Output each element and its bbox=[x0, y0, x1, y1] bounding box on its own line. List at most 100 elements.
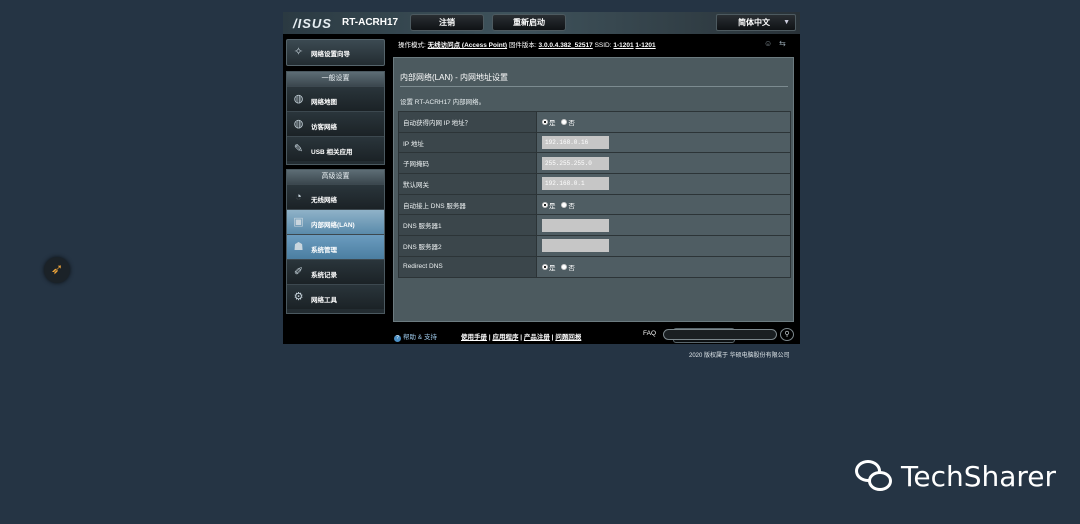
top-banner: /ISUS RT-ACRH17 注销 重新启动 简体中文 ▼ bbox=[283, 12, 800, 34]
wechat-icon bbox=[855, 458, 897, 494]
language-value: 简体中文 bbox=[738, 18, 770, 27]
table-row: 默认网关 192.168.0.1 bbox=[398, 173, 791, 195]
radio-no[interactable] bbox=[561, 118, 568, 125]
wifi-icon: ◔ bbox=[295, 191, 302, 203]
row-value: 192.168.0.1 bbox=[536, 173, 791, 195]
radio-no[interactable] bbox=[561, 201, 568, 208]
sidebar-item-label: 网络工具 bbox=[311, 297, 337, 304]
status-line: 操作模式: 无线访问点 (Access Point) 固件版本: 3.0.0.4… bbox=[398, 39, 656, 49]
advanced-settings-group: 高级设置 ◔ 无线网络 ▣ 内部网络(LAN) ☗ 系统管理 ✐ 系统记录 ⚙ … bbox=[286, 169, 385, 314]
dns2-input[interactable] bbox=[542, 239, 609, 253]
radio-label: 是 bbox=[549, 202, 556, 210]
feedback-link[interactable]: 问题回报 bbox=[555, 334, 581, 341]
admin-icon: ☗ bbox=[293, 241, 304, 253]
radio-label: 是 bbox=[549, 119, 556, 127]
asus-logo: /ISUS bbox=[293, 16, 332, 31]
table-row: 子网掩码 255.255.255.0 bbox=[398, 152, 791, 175]
globe-icon: ◍ bbox=[293, 118, 304, 130]
chevron-down-icon: ▼ bbox=[783, 19, 790, 26]
sidebar-item-label: USB 相关应用 bbox=[311, 149, 353, 156]
table-row: 自动获得内网 IP 地址？ 是 否 bbox=[398, 111, 791, 133]
row-label: DNS 服务器2 bbox=[398, 235, 537, 257]
row-label: DNS 服务器1 bbox=[398, 214, 537, 237]
sidebar-item-label: 系统管理 bbox=[311, 247, 337, 254]
sidebar-item-system-log[interactable]: ✐ 系统记录 bbox=[287, 259, 384, 284]
mode-link[interactable]: 无线访问点 (Access Point) bbox=[428, 42, 507, 49]
sidebar-item-guest-network[interactable]: ◍ 访客网络 bbox=[287, 111, 384, 136]
help-label: 帮助 & 支持 bbox=[403, 334, 437, 341]
sidebar-item-label: 系统记录 bbox=[311, 272, 337, 279]
row-value: 是 否 bbox=[536, 255, 791, 278]
row-label: 默认网关 bbox=[398, 173, 537, 195]
sidebar-item-usb[interactable]: ✎ USB 相关应用 bbox=[287, 136, 384, 161]
table-row: DNS 服务器2 bbox=[398, 235, 791, 257]
dns1-input[interactable] bbox=[542, 218, 609, 232]
sidebar-item-label: 内部网络(LAN) bbox=[311, 222, 355, 229]
subnet-mask-input[interactable]: 255.255.255.0 bbox=[542, 156, 609, 170]
lan-settings-panel: 内部网络(LAN) - 内网地址设置 设置 RT-ACRH17 内部网络。 自动… bbox=[393, 57, 794, 343]
help-support-link[interactable]: ? 帮助 & 支持 bbox=[394, 331, 437, 342]
row-label: 自动接上 DNS 服务器 bbox=[398, 193, 537, 216]
sidebar-item-wireless[interactable]: ◔ 无线网络 bbox=[287, 184, 384, 209]
register-link[interactable]: 产品注册 bbox=[524, 334, 550, 341]
ssid-link-2[interactable]: 1-1201 bbox=[635, 42, 655, 49]
sidebar-item-administration[interactable]: ☗ 系统管理 bbox=[287, 234, 384, 259]
radio-yes[interactable] bbox=[542, 263, 548, 270]
sidebar-item-lan[interactable]: ▣ 内部网络(LAN) bbox=[287, 209, 384, 234]
radio-yes[interactable] bbox=[542, 201, 548, 208]
globe-icon: ◍ bbox=[293, 93, 304, 105]
page-title: 内部网络(LAN) - 内网地址设置 bbox=[400, 73, 508, 82]
reboot-button[interactable]: 重新启动 bbox=[492, 14, 566, 31]
sidebar-item-label: 无线网络 bbox=[311, 197, 337, 204]
watermark-text: TechSharer bbox=[901, 459, 1057, 493]
general-settings-group: 一般设置 ◍ 网络地图 ◍ 访客网络 ✎ USB 相关应用 bbox=[286, 71, 385, 165]
table-row: 自动接上 DNS 服务器 是 否 bbox=[398, 193, 791, 216]
usb-icon: ✎ bbox=[293, 143, 304, 155]
table-row: IP 地址 192.168.0.16 bbox=[398, 131, 791, 154]
table-row: DNS 服务器1 bbox=[398, 214, 791, 237]
language-select[interactable]: 简体中文 ▼ bbox=[716, 14, 796, 31]
radio-label: 否 bbox=[568, 264, 575, 272]
row-value: 192.168.0.16 bbox=[536, 131, 791, 154]
search-icon[interactable]: ⚲ bbox=[780, 328, 794, 341]
sidebar-item-network-map[interactable]: ◍ 网络地图 bbox=[287, 86, 384, 111]
general-settings-header: 一般设置 bbox=[287, 72, 384, 86]
radio-label: 否 bbox=[568, 202, 575, 210]
footer-links: 使用手册 | 应用程序 | 产品注册 | 问题回报 bbox=[461, 334, 582, 341]
wand-icon: ✧ bbox=[293, 46, 304, 58]
quick-setup-button[interactable]: ✧ 网络设置向导 bbox=[286, 39, 385, 66]
radio-yes[interactable] bbox=[542, 118, 548, 125]
firmware-link[interactable]: 3.0.0.4.382_52517 bbox=[539, 42, 593, 49]
lan-settings-table: 自动获得内网 IP 地址？ 是 否 IP 地址 192.168.0.16 子网掩… bbox=[398, 111, 791, 278]
ip-address-input[interactable]: 192.168.0.16 bbox=[542, 136, 609, 150]
table-row: Redirect DNS 是 否 bbox=[398, 255, 791, 278]
quick-setup-label: 网络设置向导 bbox=[311, 51, 350, 58]
row-value: 是 否 bbox=[536, 193, 791, 216]
title-divider bbox=[400, 86, 788, 87]
log-icon: ✐ bbox=[293, 266, 304, 278]
ssid-link-1[interactable]: 1-1201 bbox=[613, 42, 633, 49]
apps-link[interactable]: 应用程序 bbox=[492, 334, 518, 341]
manual-link[interactable]: 使用手册 bbox=[461, 334, 487, 341]
row-label: 子网掩码 bbox=[398, 152, 537, 175]
model-name: RT-ACRH17 bbox=[342, 17, 399, 28]
logout-button[interactable]: 注销 bbox=[410, 14, 484, 31]
gateway-input[interactable]: 192.168.0.1 bbox=[542, 177, 609, 191]
radio-no[interactable] bbox=[561, 263, 568, 270]
copyright-text: 2020 版权属于 华硕电脑股份有限公司 bbox=[689, 353, 790, 359]
row-label: 自动获得内网 IP 地址？ bbox=[398, 111, 537, 133]
bird-logo-icon[interactable]: ➶ bbox=[44, 257, 70, 283]
faq-search-input[interactable] bbox=[663, 329, 777, 340]
firmware-label: 固件版本: bbox=[508, 42, 537, 49]
user-icon[interactable]: ☺ bbox=[764, 39, 772, 48]
watermark: TechSharer bbox=[855, 458, 1056, 494]
usb-status-icon[interactable]: ⇆ bbox=[779, 39, 786, 48]
advanced-settings-header: 高级设置 bbox=[287, 170, 384, 184]
radio-label: 否 bbox=[568, 119, 575, 127]
footer-bar: ? 帮助 & 支持 使用手册 | 应用程序 | 产品注册 | 问题回报 FAQ ⚲ bbox=[283, 326, 800, 344]
sidebar-item-network-tools[interactable]: ⚙ 网络工具 bbox=[287, 284, 384, 309]
ssid-label: SSID: bbox=[594, 42, 612, 49]
row-value bbox=[536, 235, 791, 257]
mode-label: 操作模式: bbox=[398, 42, 426, 49]
page-description: 设置 RT-ACRH17 内部网络。 bbox=[400, 99, 486, 106]
